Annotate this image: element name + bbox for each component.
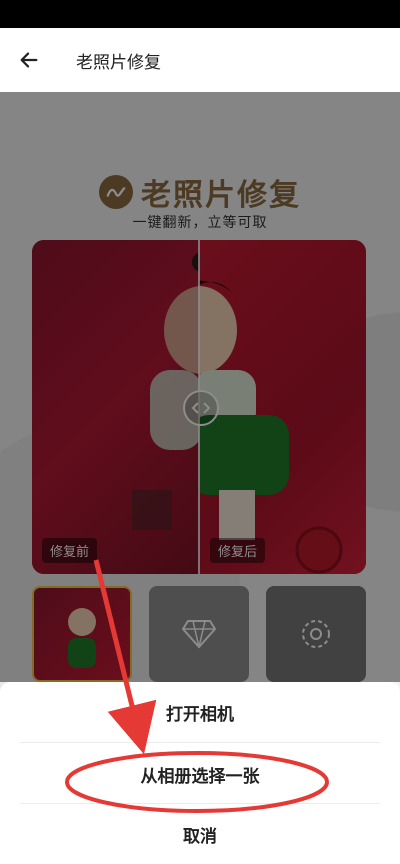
page-title: 老照片修复 xyxy=(76,52,161,73)
cancel-button[interactable]: 取消 xyxy=(0,804,400,864)
choose-from-album-button[interactable]: 从相册选择一张 xyxy=(0,744,400,804)
action-sheet: 打开相机 从相册选择一张 取消 xyxy=(0,682,400,864)
app-header: 老照片修复 xyxy=(0,28,400,93)
sheet-divider xyxy=(20,742,380,743)
arrow-left-icon xyxy=(20,52,38,68)
status-bar xyxy=(0,0,400,28)
open-camera-button[interactable]: 打开相机 xyxy=(0,682,400,742)
back-button[interactable] xyxy=(0,28,58,92)
modal-overlay[interactable] xyxy=(0,92,400,682)
